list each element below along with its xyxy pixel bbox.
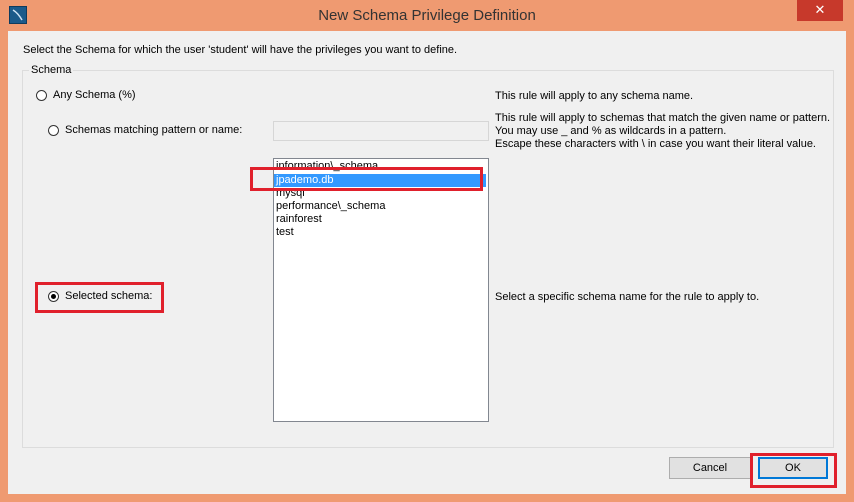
instruction-text: Select the Schema for which the user 'st… [23, 44, 458, 56]
schema-groupbox: Schema Any Schema (%) This rule will app… [22, 64, 834, 448]
pattern-description-line: You may use _ and % as wildcards in a pa… [495, 125, 727, 137]
window-title: New Schema Privilege Definition [318, 7, 536, 24]
pattern-schema-label: Schemas matching pattern or name: [65, 124, 243, 136]
schema-pattern-input[interactable] [273, 121, 489, 141]
any-schema-description: This rule will apply to any schema name. [495, 90, 694, 102]
cancel-button[interactable]: Cancel [669, 457, 751, 479]
pattern-description-line: This rule will apply to schemas that mat… [495, 112, 831, 124]
pattern-schema-option[interactable]: Schemas matching pattern or name: [48, 124, 242, 136]
highlight-box [750, 453, 837, 488]
any-schema-radio[interactable] [36, 89, 47, 101]
close-button[interactable]: ✕ [797, 0, 843, 21]
pattern-schema-description: This rule will apply to schemas that mat… [495, 112, 830, 151]
close-icon: ✕ [814, 3, 826, 18]
highlight-box [250, 167, 483, 191]
title-bar[interactable]: New Schema Privilege Definition ✕ [0, 0, 854, 32]
any-schema-label: Any Schema (%) [53, 89, 136, 101]
schema-listbox[interactable]: information\_schema jpademo.db mysql per… [273, 158, 489, 422]
selected-schema-description: Select a specific schema name for the ru… [495, 291, 760, 303]
highlight-box [35, 282, 164, 313]
schema-group-legend: Schema [29, 64, 74, 76]
pattern-description-line: Escape these characters with \ in case y… [495, 138, 816, 150]
schema-list-item[interactable]: test [276, 226, 294, 239]
schema-list-item[interactable]: rainforest [276, 213, 322, 226]
any-schema-option[interactable]: Any Schema (%) [36, 89, 136, 101]
pattern-schema-radio[interactable] [48, 124, 59, 136]
schema-list-item[interactable]: performance\_schema [276, 200, 385, 213]
window-frame: New Schema Privilege Definition ✕ Select… [0, 0, 854, 502]
dialog-body: Select the Schema for which the user 'st… [8, 31, 846, 494]
